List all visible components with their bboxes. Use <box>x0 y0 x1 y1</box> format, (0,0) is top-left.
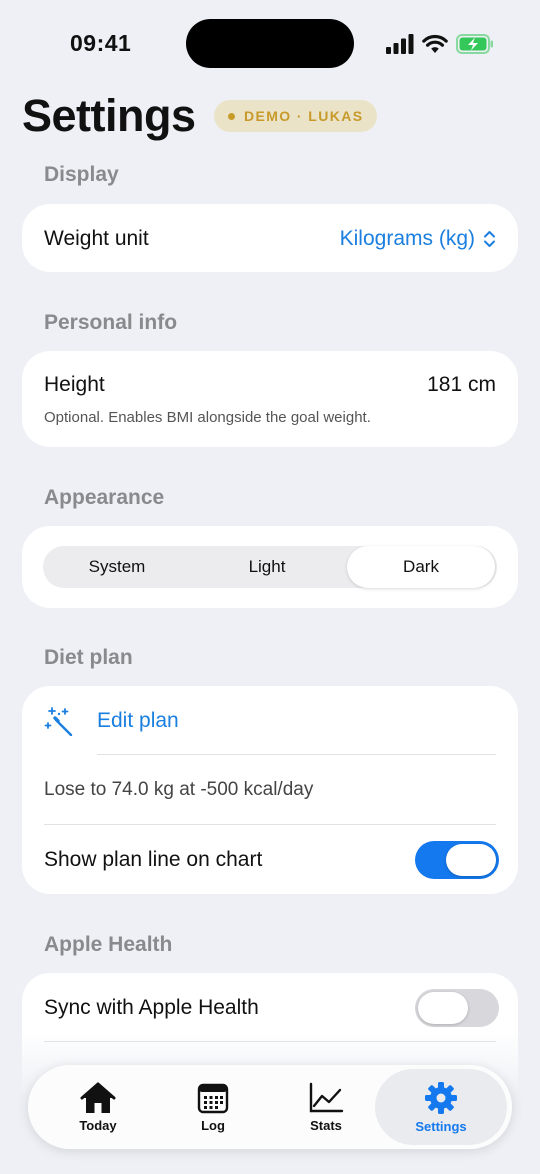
toggle-knob <box>418 992 468 1024</box>
dynamic-island <box>186 19 354 68</box>
status-bar: 09:41 <box>0 0 540 90</box>
section-label-diet-plan: Diet plan <box>44 646 133 669</box>
sync-health-toggle[interactable] <box>415 989 499 1027</box>
chevron-up-down-icon <box>484 231 495 247</box>
edit-plan-row[interactable]: Edit plan <box>22 686 518 754</box>
status-icons <box>386 32 494 56</box>
weight-unit-value: Kilograms (kg) <box>339 227 475 250</box>
section-label-display: Display <box>44 163 119 186</box>
magic-wand-icon <box>44 707 73 736</box>
weight-unit-label: Weight unit <box>44 227 149 250</box>
appearance-segmented-control: System Light Dark <box>43 546 497 588</box>
demo-badge: DEMO · LUKAS <box>214 100 378 132</box>
section-label-appearance: Appearance <box>44 486 165 509</box>
badge-label: DEMO · LUKAS <box>244 108 364 124</box>
plan-line-toggle[interactable] <box>415 841 499 879</box>
edit-plan-label: Edit plan <box>97 709 179 732</box>
divider <box>44 824 496 825</box>
tab-label: Log <box>201 1117 225 1133</box>
segment-light[interactable]: Light <box>193 546 341 588</box>
divider <box>97 754 496 755</box>
appearance-card: System Light Dark <box>22 526 518 608</box>
signal-icon <box>386 34 414 54</box>
weight-unit-picker[interactable]: Kilograms (kg) <box>340 227 496 251</box>
height-value[interactable]: 181 cm <box>427 373 496 397</box>
height-caption: Optional. Enables BMI alongside the goal… <box>44 409 371 426</box>
calendar-icon <box>197 1083 229 1113</box>
height-label: Height <box>44 373 105 396</box>
personal-info-card[interactable]: Height 181 cm Optional. Enables BMI alon… <box>22 351 518 447</box>
tab-bar: Today Log Stats Settings <box>28 1065 512 1149</box>
battery-charging-icon <box>456 34 493 54</box>
display-card: Weight unit Kilograms (kg) <box>22 204 518 272</box>
wifi-icon <box>422 34 448 53</box>
gear-icon <box>425 1081 457 1114</box>
status-time: 09:41 <box>70 30 132 56</box>
tab-today[interactable]: Today <box>38 1065 158 1149</box>
segment-dark[interactable]: Dark <box>347 546 495 588</box>
tab-label: Today <box>79 1117 117 1133</box>
toggle-knob <box>446 844 496 876</box>
badge-dot-icon <box>228 112 235 120</box>
section-label-personal-info: Personal info <box>44 311 178 334</box>
chart-line-icon <box>309 1082 344 1112</box>
tab-log[interactable]: Log <box>153 1065 273 1149</box>
tab-stats[interactable]: Stats <box>266 1065 386 1149</box>
tab-label: Stats <box>310 1117 342 1133</box>
segment-system[interactable]: System <box>43 546 191 588</box>
tab-label: Settings <box>415 1118 467 1134</box>
house-icon <box>80 1082 116 1113</box>
section-label-apple-health: Apple Health <box>44 933 173 956</box>
diet-plan-summary: Lose to 74.0 kg at -500 kcal/day <box>44 779 314 800</box>
plan-line-label: Show plan line on chart <box>44 848 263 871</box>
sync-label: Sync with Apple Health <box>44 996 259 1019</box>
tab-settings[interactable]: Settings <box>375 1069 507 1145</box>
page-title: Settings <box>22 90 196 141</box>
diet-plan-card: Edit plan Lose to 74.0 kg at -500 kcal/d… <box>22 686 518 894</box>
